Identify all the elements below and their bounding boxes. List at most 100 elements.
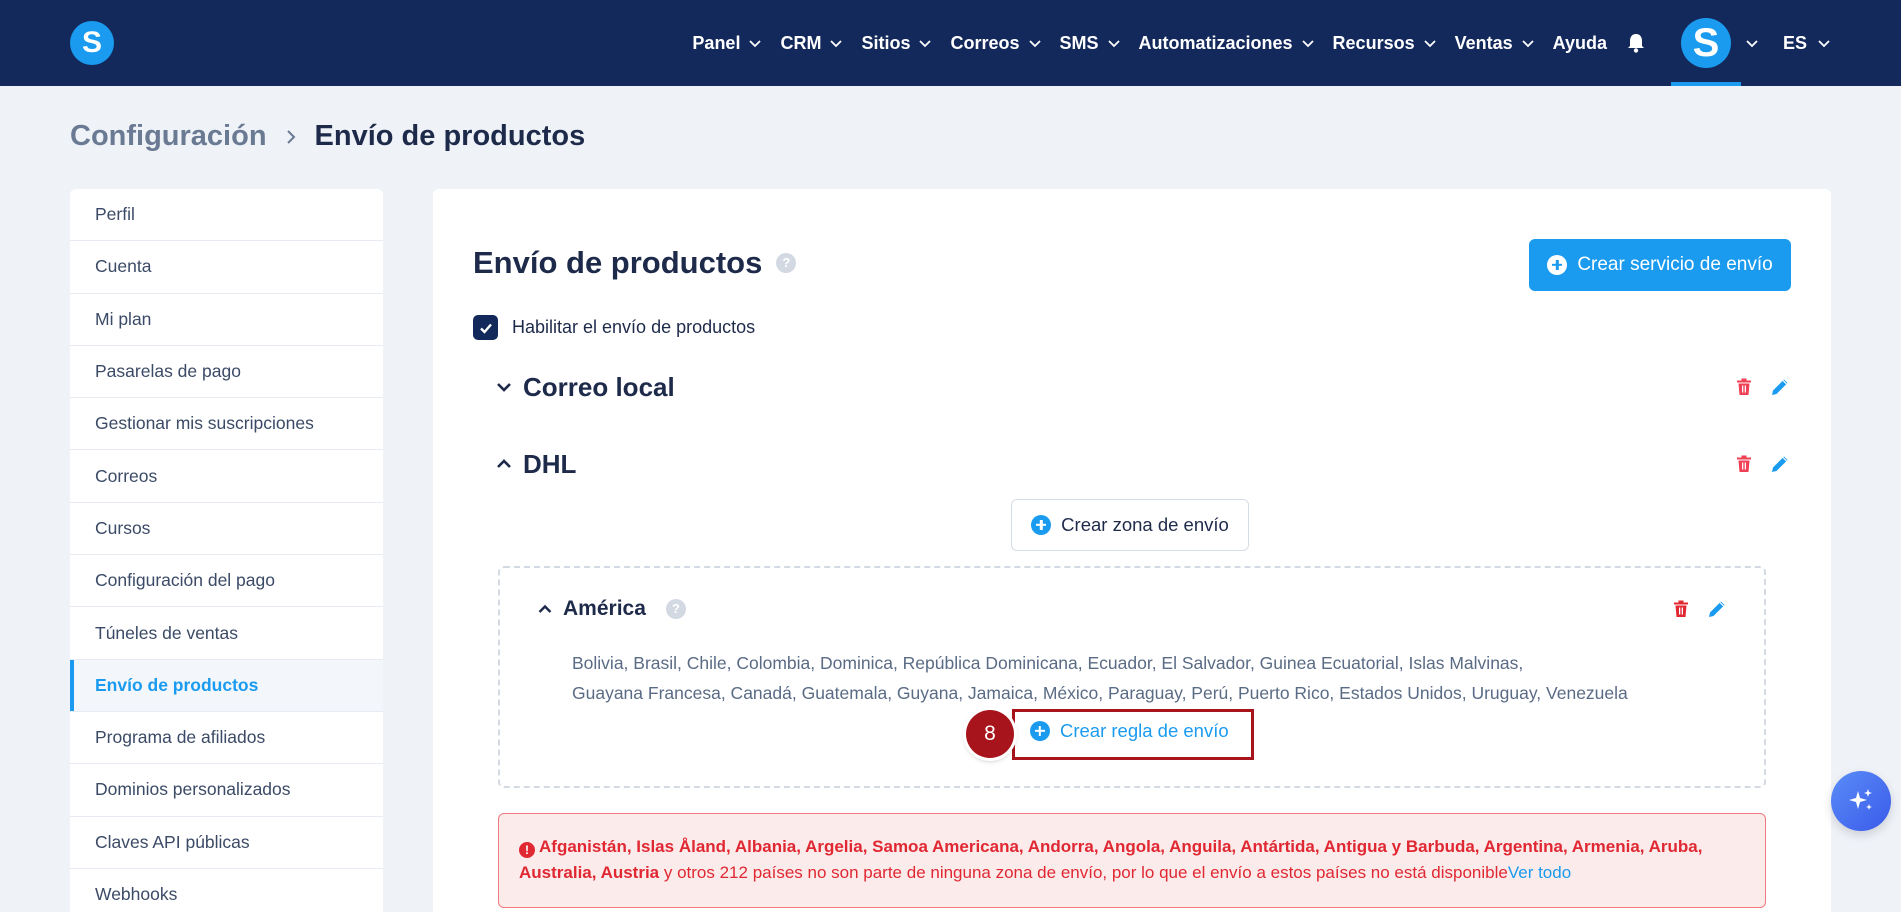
nav-panel-label: Panel xyxy=(692,32,741,53)
alert-icon: ! xyxy=(519,842,535,858)
service-row-correo-local: Correo local xyxy=(495,367,1791,407)
sidebar-item-tuneles-de-ventas[interactable]: Túneles de ventas xyxy=(70,607,383,660)
breadcrumb-parent[interactable]: Configuración xyxy=(70,120,267,153)
bell-icon[interactable] xyxy=(1625,32,1647,54)
view-all-link[interactable]: Ver todo xyxy=(1508,863,1571,882)
settings-sidebar: Perfil Cuenta Mi plan Pasarelas de pago … xyxy=(70,189,383,912)
help-icon[interactable]: ? xyxy=(665,599,686,619)
assistant-fab[interactable] xyxy=(1831,771,1891,831)
alert-message: y otros 212 países no son parte de ningu… xyxy=(659,863,1508,882)
pencil-icon[interactable] xyxy=(1769,453,1791,475)
zone-countries-line: Bolivia, Brasil, Chile, Colombia, Domini… xyxy=(572,653,1524,673)
sidebar-item-cursos[interactable]: Cursos xyxy=(70,503,383,556)
nav-panel[interactable]: Panel xyxy=(692,33,762,54)
service-row-dhl: DHL xyxy=(495,444,1791,484)
chevron-down-icon xyxy=(919,40,932,48)
plus-circle-icon xyxy=(1030,721,1050,741)
nav-ventas-label: Ventas xyxy=(1454,32,1513,53)
chevron-right-icon xyxy=(286,129,295,144)
chevron-down-icon xyxy=(830,40,843,48)
sparkle-icon xyxy=(1849,789,1872,810)
avatar: S xyxy=(1680,18,1731,68)
chevron-up-icon xyxy=(497,459,511,468)
create-shipping-service-button[interactable]: Crear servicio de envío xyxy=(1529,239,1791,291)
service-actions xyxy=(1733,453,1791,475)
shipping-zone-card: América ? Bolivia, Brasil, Chile, Colomb… xyxy=(498,566,1766,788)
section-title: Envío de productos xyxy=(473,245,763,280)
enable-shipping-checkbox[interactable] xyxy=(473,315,498,340)
create-shipping-zone-button[interactable]: Crear zona de envío xyxy=(1011,499,1249,551)
sidebar-item-configuracion-del-pago[interactable]: Configuración del pago xyxy=(70,555,383,608)
language-label: ES xyxy=(1782,32,1807,53)
page-title: Envío de productos xyxy=(314,120,586,152)
chevron-down-icon xyxy=(1423,40,1436,48)
trash-icon[interactable] xyxy=(1670,598,1692,620)
nav-sms[interactable]: SMS xyxy=(1060,33,1121,54)
plus-circle-icon xyxy=(1031,515,1052,535)
sidebar-item-correos[interactable]: Correos xyxy=(70,450,383,503)
nav-sitios-label: Sitios xyxy=(861,32,911,53)
chevron-down-icon xyxy=(1301,40,1314,48)
nav-automatizaciones[interactable]: Automatizaciones xyxy=(1139,33,1315,54)
chevron-down-icon xyxy=(1522,40,1534,48)
nav-correos[interactable]: Correos xyxy=(950,33,1041,54)
chevron-down-icon[interactable] xyxy=(1745,36,1759,50)
pencil-icon[interactable] xyxy=(1706,598,1728,620)
language-selector[interactable]: ES xyxy=(1783,33,1831,54)
sidebar-item-envio-de-productos[interactable]: Envío de productos xyxy=(70,659,383,712)
trash-icon[interactable] xyxy=(1733,453,1755,475)
zone-actions xyxy=(1670,598,1728,620)
sidebar-item-dominios-personalizados[interactable]: Dominios personalizados xyxy=(70,764,383,817)
section-heading: Envío de productos ? xyxy=(473,245,797,281)
chevron-down-icon xyxy=(1028,40,1041,48)
nav-ventas[interactable]: Ventas xyxy=(1455,33,1535,54)
service-name: Correo local xyxy=(523,371,675,402)
nav-ayuda[interactable]: Ayuda xyxy=(1553,33,1607,54)
top-navbar: S Panel CRM Sitios Correos SMS Automatiz… xyxy=(0,0,1901,86)
service-actions xyxy=(1733,376,1791,398)
app-logo[interactable]: S xyxy=(70,21,114,65)
sidebar-item-programa-de-afiliados[interactable]: Programa de afiliados xyxy=(70,712,383,765)
active-indicator xyxy=(1670,82,1741,86)
create-shipping-zone-label: Crear zona de envío xyxy=(1061,514,1229,535)
trash-icon[interactable] xyxy=(1733,376,1755,398)
nav-crm[interactable]: CRM xyxy=(780,33,843,54)
chevron-down-icon xyxy=(497,383,511,392)
help-icon[interactable]: ? xyxy=(776,253,797,273)
sidebar-item-claves-api-publicas[interactable]: Claves API públicas xyxy=(70,817,383,869)
create-shipping-service-label: Crear servicio de envío xyxy=(1577,254,1773,275)
enable-shipping-row: Habilitar el envío de productos xyxy=(473,315,755,340)
nav-correos-label: Correos xyxy=(950,32,1020,53)
zone-toggle-america[interactable]: América ? xyxy=(537,597,686,621)
nav-automatizaciones-label: Automatizaciones xyxy=(1138,32,1293,53)
zone-name: América xyxy=(563,597,646,620)
nav-recursos[interactable]: Recursos xyxy=(1333,33,1437,54)
service-name: DHL xyxy=(523,448,577,479)
check-icon xyxy=(479,323,492,334)
sidebar-item-webhooks[interactable]: Webhooks xyxy=(70,869,383,912)
chevron-down-icon xyxy=(749,40,762,48)
create-shipping-rule-button[interactable]: Crear regla de envío xyxy=(1030,720,1229,742)
zone-header: América ? xyxy=(537,594,1728,624)
unassigned-countries-alert: ! Afganistán, Islas Åland, Albania, Argel… xyxy=(498,813,1766,908)
nav-recursos-label: Recursos xyxy=(1332,32,1415,53)
sidebar-item-cuenta[interactable]: Cuenta xyxy=(70,241,383,294)
step-badge: 8 xyxy=(966,710,1014,758)
sidebar-item-pasarelas-de-pago[interactable]: Pasarelas de pago xyxy=(70,346,383,399)
nav-sms-label: SMS xyxy=(1059,32,1099,53)
sidebar-item-mi-plan[interactable]: Mi plan xyxy=(70,294,383,346)
user-menu[interactable]: S xyxy=(1670,0,1741,86)
sidebar-item-suscripciones[interactable]: Gestionar mis suscripciones xyxy=(70,398,383,451)
breadcrumb: Configuración Envío de productos xyxy=(70,120,585,153)
enable-shipping-label: Habilitar el envío de productos xyxy=(512,317,756,337)
service-toggle-dhl[interactable]: DHL xyxy=(495,449,576,480)
chevron-down-icon xyxy=(1107,40,1120,48)
zone-countries-list: Bolivia, Brasil, Chile, Colombia, Domini… xyxy=(572,648,1712,708)
nav-crm-label: CRM xyxy=(780,32,822,53)
chevron-down-icon xyxy=(1818,40,1830,48)
nav-sitios[interactable]: Sitios xyxy=(861,33,932,54)
service-toggle-correo-local[interactable]: Correo local xyxy=(495,372,675,403)
pencil-icon[interactable] xyxy=(1769,376,1791,398)
zone-countries-line: Guayana Francesa, Canadá, Guatemala, Guy… xyxy=(572,683,1628,703)
sidebar-item-perfil[interactable]: Perfil xyxy=(70,189,383,242)
